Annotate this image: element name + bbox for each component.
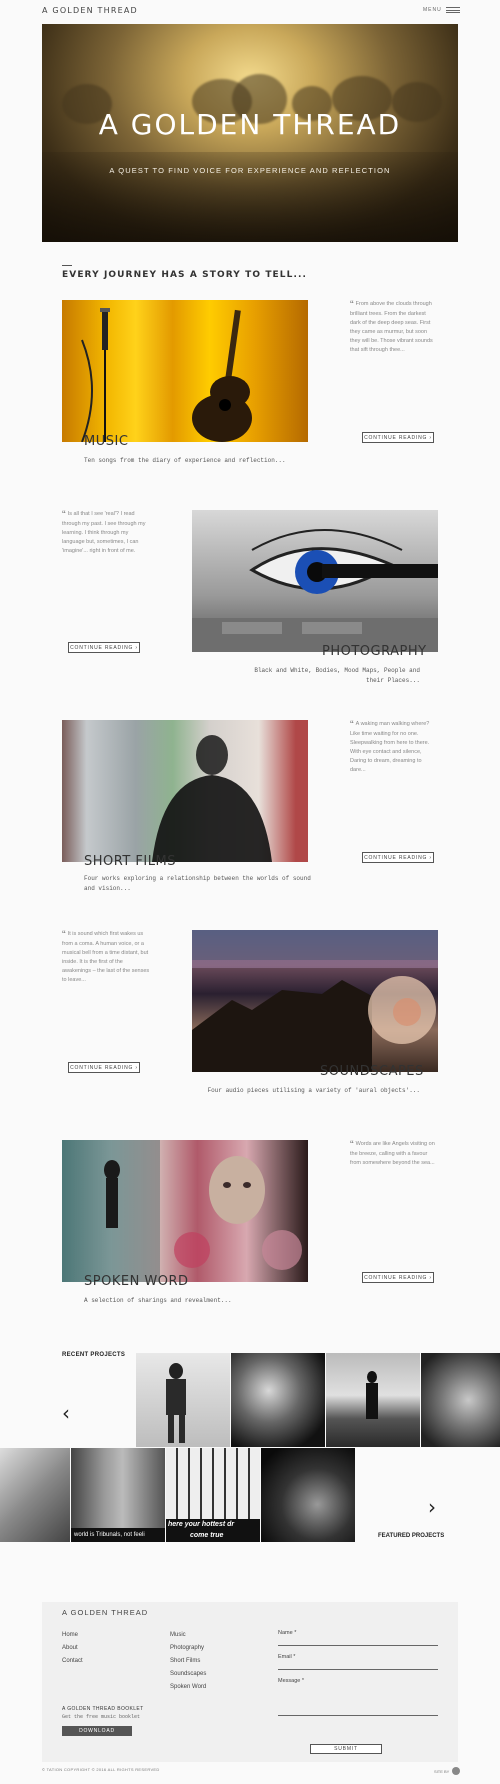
site-footer: A GOLDEN THREAD Home About Contact Music… [42,1602,458,1762]
featured-caption: come true [166,1530,260,1542]
music-illustration [81,308,252,442]
soundscapes-title[interactable]: SOUNDSCAPES [320,1064,424,1079]
quote-icon: “ [62,929,66,941]
copyright-text: © TATION COPYRIGHT © 2016 ALL RIGHTS RES… [42,1767,160,1772]
quote-icon: “ [350,1139,354,1151]
short-films-quote: “A waking man walking where? Like time w… [350,719,430,774]
music-title[interactable]: MUSIC [84,434,128,449]
chevron-left-icon[interactable]: ‹ [62,1403,70,1423]
music-image[interactable] [62,300,308,442]
spoken-word-description: A selection of sharings and revealment..… [84,1297,232,1304]
featured-project-tile[interactable] [0,1448,70,1542]
spoken-word-image[interactable] [62,1140,308,1282]
featured-project-tile[interactable]: world is Tribunals, not feeli [71,1448,165,1542]
email-field[interactable] [278,1660,438,1670]
recent-project-figure [166,1363,186,1443]
recent-project-figure [366,1371,378,1419]
soundscapes-quote: “It is sound which first wakes us from a… [62,929,150,984]
music-description: Ten songs from the diary of experience a… [84,457,286,464]
recent-project-tile[interactable] [231,1353,325,1447]
short-films-image[interactable] [62,720,308,862]
footer-link-spoken-word[interactable]: Spoken Word [170,1684,206,1690]
spoken-word-continue-button[interactable]: CONTINUE READING › [362,1272,434,1283]
soundscapes-image[interactable] [192,930,438,1072]
footer-link-photography[interactable]: Photography [170,1645,204,1651]
chevron-right-icon[interactable]: › [428,1497,436,1517]
download-button[interactable]: DOWNLOAD [62,1726,132,1736]
recent-project-tile[interactable] [136,1353,230,1447]
featured-project-tile[interactable] [261,1448,355,1542]
soundscapes-continue-button[interactable]: CONTINUE READING › [68,1062,140,1073]
submit-button[interactable]: SUBMIT [310,1744,382,1754]
short-films-title[interactable]: SHORT FILMS [84,854,176,869]
recent-project-tile[interactable] [421,1353,500,1447]
footer-link-about[interactable]: About [62,1645,78,1651]
featured-projects-label: FEATURED PROJECTS [378,1533,445,1539]
hero-banner: A GOLDEN THREAD A QUEST TO FIND VOICE FO… [42,24,458,242]
featured-caption: here your hottest dr [166,1519,260,1530]
footer-link-home[interactable]: Home [62,1632,78,1638]
photography-quote: “Is all that I see 'real'? I read throug… [62,509,146,555]
section-photography: “Is all that I see 'real'? I read throug… [0,510,500,720]
recent-projects-label: RECENT PROJECTS [62,1352,126,1358]
footer-title: A GOLDEN THREAD [62,1608,149,1617]
short-films-illustration [152,735,272,862]
quote-icon: “ [350,719,354,731]
soundscapes-description: Four audio pieces utilising a variety of… [207,1087,420,1094]
message-field[interactable] [278,1706,438,1716]
footer-link-soundscapes[interactable]: Soundscapes [170,1671,206,1677]
photography-image[interactable] [192,510,438,652]
soundscapes-illustration [192,930,438,1072]
photography-continue-button[interactable]: CONTINUE READING › [68,642,140,653]
hamburger-icon [445,7,460,13]
quote-icon: “ [62,509,66,521]
photography-illustration [192,529,438,652]
booklet-title: A GOLDEN THREAD BOOKLET [62,1706,144,1712]
recent-project-tile[interactable] [326,1353,420,1447]
hero-title: A GOLDEN THREAD [98,108,402,141]
music-quote: “From above the clouds through brilliant… [350,299,433,354]
spoken-word-quote: “Words are like Angels visiting on the b… [350,1139,435,1167]
site-header: A GOLDEN THREAD MENU [0,0,500,24]
short-films-description: Four works exploring a relationship betw… [84,875,311,892]
menu-button[interactable]: MENU [423,7,460,13]
intro-rule [62,265,72,266]
hero-subtitle: A QUEST TO FIND VOICE FOR EXPERIENCE AND… [109,166,391,175]
photography-description: Black and White, Bodies, Mood Maps, Peop… [254,667,420,684]
section-spoken-word: SPOKEN WORD A selection of sharings and … [0,1140,500,1350]
spoken-word-title[interactable]: SPOKEN WORD [84,1274,189,1289]
music-continue-button[interactable]: CONTINUE READING › [362,432,434,443]
site-by-logo-icon [452,1767,461,1775]
site-logo[interactable]: A GOLDEN THREAD [42,6,138,15]
photography-title[interactable]: PHOTOGRAPHY [322,644,427,659]
name-field[interactable] [278,1636,438,1646]
site-by[interactable]: SITE BY [434,1767,461,1775]
spoken-word-illustration [62,1140,302,1282]
footer-link-contact[interactable]: Contact [62,1658,83,1664]
site-by-label: SITE BY [434,1768,450,1774]
message-label: Message * [278,1678,304,1684]
featured-project-tile[interactable]: here your hottest dr come true [166,1448,260,1542]
intro-title: EVERY JOURNEY HAS A STORY TO TELL... [62,270,308,280]
short-films-continue-button[interactable]: CONTINUE READING › [362,852,434,863]
section-soundscapes: “It is sound which first wakes us from a… [0,930,500,1140]
section-music: MUSIC Ten songs from the diary of experi… [0,300,500,510]
footer-link-short-films[interactable]: Short Films [170,1658,200,1664]
footer-link-music[interactable]: Music [170,1632,186,1638]
section-short-films: SHORT FILMS Four works exploring a relat… [0,720,500,930]
featured-caption: world is Tribunals, not feeli [71,1528,165,1542]
booklet-subtitle: Get the free music booklet [62,1714,141,1720]
quote-icon: “ [350,299,354,311]
menu-label: MENU [423,7,442,13]
